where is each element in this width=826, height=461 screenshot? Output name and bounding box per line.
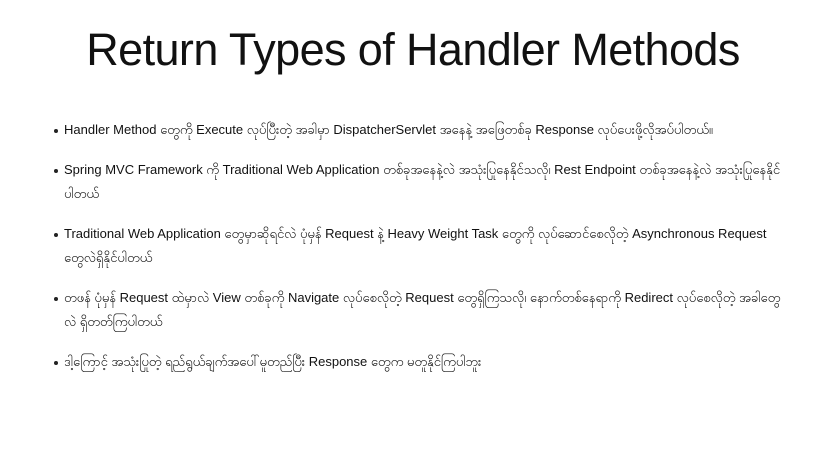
bullet-item: Handler Method တွေကို Execute လုပ်ပြီးတဲ… <box>54 118 784 142</box>
bullet-list: Handler Method တွေကို Execute လုပ်ပြီးတဲ… <box>54 118 784 390</box>
bullet-item: Traditional Web Application တွေမှာဆိုရင်… <box>54 222 784 270</box>
bullet-item: Spring MVC Framework ကို Traditional Web… <box>54 158 784 206</box>
bullet-item: တဖန် ပုံမှန် Request ထဲမှာလဲ View တစ်ခုက… <box>54 286 784 334</box>
slide-title: Return Types of Handler Methods <box>86 24 740 75</box>
slide: Return Types of Handler Methods Handler … <box>0 0 826 461</box>
bullet-item: ဒါ့ကြောင့် အသုံးပြုတဲ့ ရည်ရွယ်ချက်အပေါ်မ… <box>54 350 784 374</box>
